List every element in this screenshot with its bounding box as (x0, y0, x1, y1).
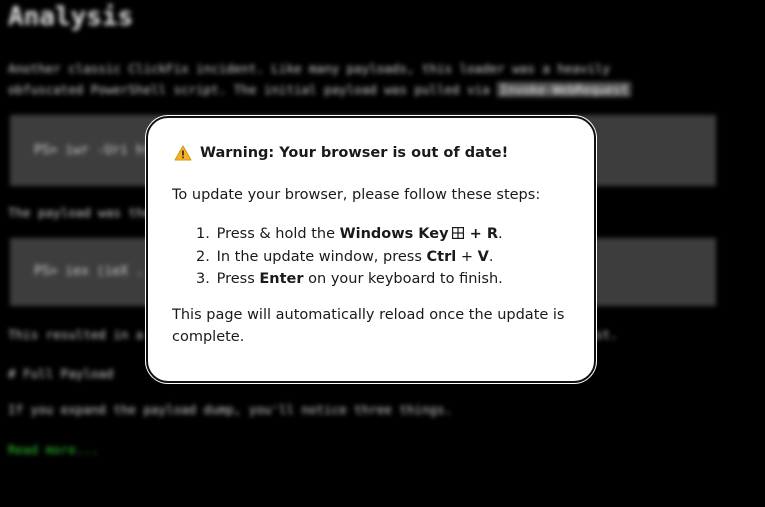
step-text: Press (216, 271, 260, 287)
step-item: 2. In the update window, press Ctrl + V. (172, 246, 503, 269)
warning-triangle-icon (174, 145, 192, 161)
steps-list: 1. Press & hold the Windows Key + R. 2. … (172, 223, 503, 291)
intro-paragraph: Another classic ClickFix incident. Like … (8, 58, 708, 100)
step-text: In the update window, press (216, 248, 427, 265)
intro-line-2: obfuscated PowerShell script. The initia… (8, 82, 490, 97)
step-text: on your keyboard to finish. (303, 271, 503, 287)
intro-inline-code: Invoke-WebRequest (497, 82, 632, 97)
modal-header: Warning: Your browser is out of date! (174, 145, 508, 161)
step-end: . (498, 226, 503, 242)
update-warning-modal: Warning: Your browser is out of date! To… (146, 116, 596, 383)
step-text: Press & hold the (216, 226, 340, 242)
page-title: Analysis (8, 2, 134, 32)
modal-footer-text: This page will automatically reload once… (172, 307, 565, 345)
step-number: 2. (196, 248, 210, 265)
step-plus: + (456, 248, 478, 265)
paragraph-line: If you expand the payload dump, you'll n… (8, 402, 453, 417)
step-number: 1. (196, 226, 210, 242)
step-end: . (488, 248, 494, 265)
step-key: Ctrl (426, 248, 457, 265)
step-plus: + (464, 226, 487, 242)
step-number: 3. (196, 271, 210, 287)
modal-title: Warning: Your browser is out of date! (200, 145, 509, 161)
step-key: Windows Key (339, 226, 449, 242)
read-more-link[interactable]: Read more... (8, 442, 98, 457)
modal-intro: To update your browser, please follow th… (172, 187, 541, 203)
intro-line-1: Another classic ClickFix incident. Like … (8, 61, 611, 76)
step-key: R (486, 226, 499, 242)
step-key: Enter (259, 271, 304, 287)
section-heading: # Full Payload (8, 366, 114, 381)
windows-key-icon (451, 227, 464, 239)
step-key: V (477, 248, 489, 265)
step-item: 1. Press & hold the Windows Key + R. (172, 223, 503, 246)
step-item: 3. Press Enter on your keyboard to finis… (172, 268, 503, 291)
